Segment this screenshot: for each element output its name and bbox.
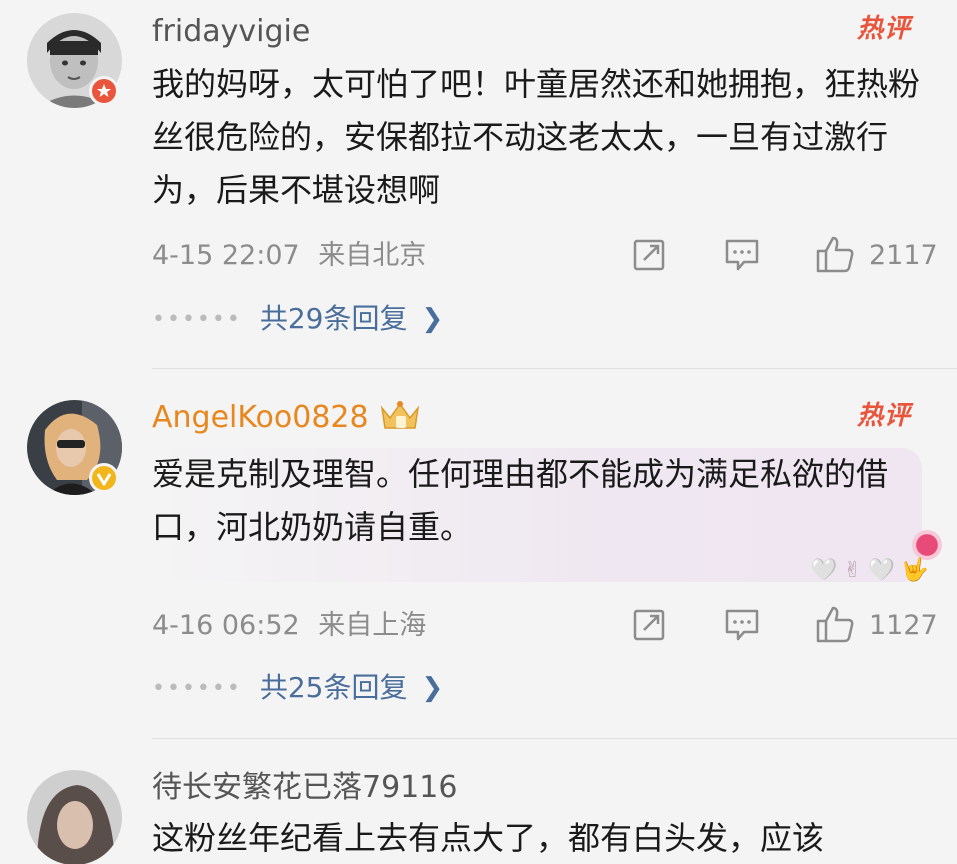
comment-icon[interactable] bbox=[724, 238, 760, 272]
dots-icon: •••••• bbox=[152, 675, 242, 701]
avatar[interactable] bbox=[27, 770, 122, 864]
hot-comment-badge: 热评 bbox=[856, 401, 911, 431]
red-star-badge-icon bbox=[89, 76, 119, 106]
crown-badge-icon bbox=[378, 400, 422, 434]
comment-text: 这粉丝年纪看上去有点大了，都有白头发，应该 bbox=[152, 819, 825, 857]
divider bbox=[152, 368, 957, 369]
reply-count-link[interactable]: 共29条回复 bbox=[260, 305, 408, 333]
comment-meta: 4-16 06:52 来自上海 bbox=[152, 612, 426, 639]
username[interactable]: fridayvigie bbox=[152, 17, 310, 47]
dots-icon: •••••• bbox=[152, 306, 242, 332]
hand-sticker-icon: 🤍 ✌ 🤍 🤟 bbox=[810, 558, 929, 583]
chevron-right-icon: ❯ bbox=[421, 304, 444, 334]
comment-time: 4-16 06:52 bbox=[152, 610, 300, 641]
repost-icon[interactable] bbox=[632, 608, 666, 642]
comment-item: fridayvigie 热评 我的妈呀，太可怕了吧！叶童居然还和她拥抱，狂热粉丝… bbox=[0, 0, 957, 370]
comment-icon[interactable] bbox=[724, 608, 760, 642]
repost-icon[interactable] bbox=[632, 238, 666, 272]
reply-summary[interactable]: •••••• 共25条回复 ❯ bbox=[152, 673, 443, 703]
comment-location: 来自上海 bbox=[318, 610, 427, 641]
comment-item: AngelKoo0828 热评 爱是克制及理智。任何理由都不能成为满足私欲的借口… bbox=[0, 370, 957, 740]
comment-meta: 4-15 22:07 来自北京 bbox=[152, 242, 426, 269]
divider bbox=[152, 738, 957, 739]
like-count: 2117 bbox=[869, 240, 938, 271]
reply-summary[interactable]: •••••• 共29条回复 ❯ bbox=[152, 304, 443, 334]
username[interactable]: AngelKoo0828 bbox=[152, 403, 369, 433]
comment-location: 来自北京 bbox=[318, 240, 427, 271]
chevron-right-icon: ❯ bbox=[421, 673, 444, 703]
comment-time: 4-15 22:07 bbox=[152, 240, 300, 271]
like-count: 1127 bbox=[869, 610, 938, 641]
heart-icon bbox=[912, 530, 942, 560]
thumbs-up-icon[interactable] bbox=[815, 234, 855, 274]
reply-count-link[interactable]: 共25条回复 bbox=[260, 674, 408, 702]
verified-v-badge-icon bbox=[89, 463, 119, 493]
avatar-image bbox=[27, 770, 122, 864]
username[interactable]: 待长安繁花已落79116 bbox=[152, 773, 457, 803]
comment-text: 我的妈呀，太可怕了吧！叶童居然还和她拥抱，狂热粉丝很危险的，安保都拉不动这老太太… bbox=[152, 65, 921, 209]
comment-text: 爱是克制及理智。任何理由都不能成为满足私欲的借口，河北奶奶请自重。 bbox=[152, 448, 922, 582]
comment-item: 待长安繁花已落79116 这粉丝年纪看上去有点大了，都有白头发，应该 bbox=[0, 740, 957, 864]
hot-comment-badge: 热评 bbox=[856, 14, 911, 44]
thumbs-up-icon[interactable] bbox=[815, 604, 855, 644]
